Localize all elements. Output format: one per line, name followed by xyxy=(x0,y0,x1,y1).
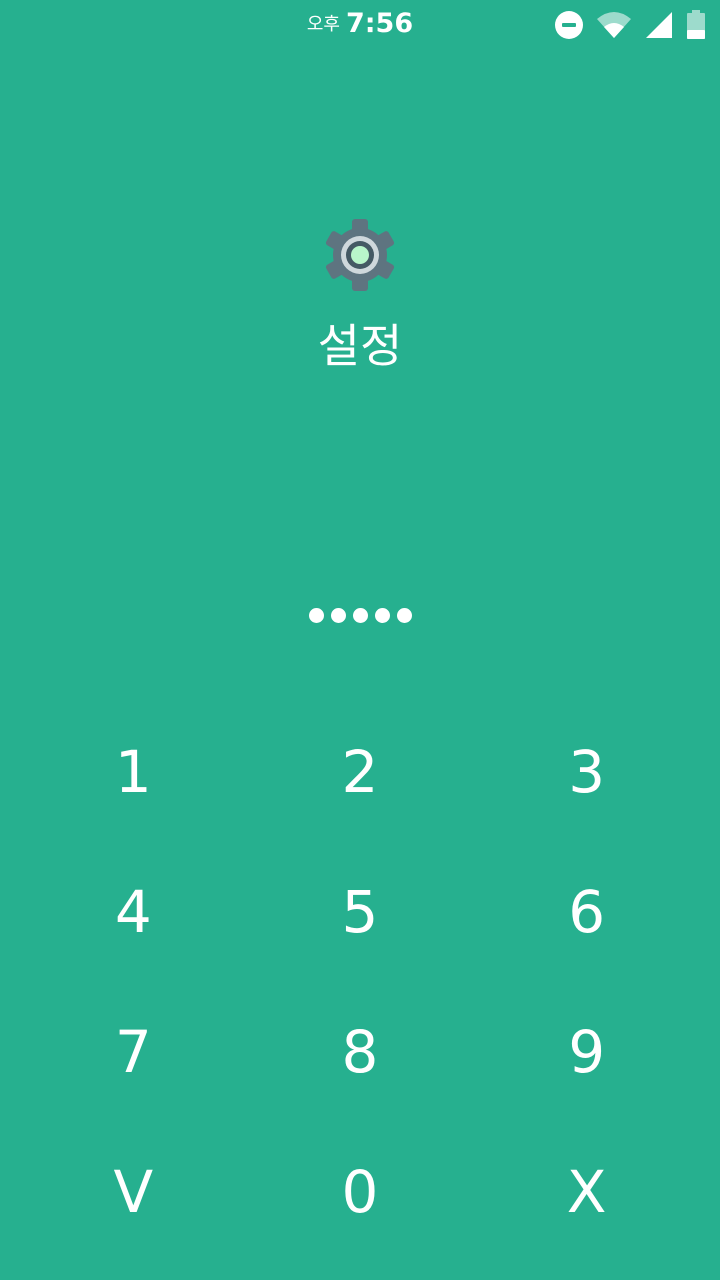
key-8[interactable]: 8 xyxy=(247,982,474,1122)
pin-dot xyxy=(396,608,412,623)
delete-key[interactable]: X xyxy=(473,1122,700,1262)
key-9[interactable]: 9 xyxy=(473,982,700,1122)
cellular-signal-icon xyxy=(644,10,674,40)
clock-time: 7:56 xyxy=(345,8,414,39)
key-7[interactable]: 7 xyxy=(20,982,247,1122)
app-title: 설정 xyxy=(317,319,403,373)
status-bar: 오후 7:56 xyxy=(0,0,720,50)
clock-ampm: 오후 xyxy=(306,14,340,35)
pin-dot xyxy=(330,608,346,623)
do-not-disturb-icon xyxy=(554,10,584,40)
key-4[interactable]: 4 xyxy=(20,842,247,982)
key-3[interactable]: 3 xyxy=(473,702,700,842)
key-5[interactable]: 5 xyxy=(247,842,474,982)
status-icons xyxy=(554,10,706,40)
settings-gear-icon xyxy=(322,217,398,293)
key-1[interactable]: 1 xyxy=(20,702,247,842)
confirm-key[interactable]: V xyxy=(20,1122,247,1262)
key-2[interactable]: 2 xyxy=(247,702,474,842)
wifi-icon xyxy=(596,10,632,40)
pin-entry-dots xyxy=(0,608,720,623)
pin-dot xyxy=(374,608,390,623)
key-0[interactable]: 0 xyxy=(247,1122,474,1262)
pin-dot xyxy=(352,608,368,623)
key-6[interactable]: 6 xyxy=(473,842,700,982)
battery-icon xyxy=(686,10,706,40)
pin-keypad: 123 456 789 V0X xyxy=(20,702,700,1262)
pin-dot xyxy=(308,608,324,623)
